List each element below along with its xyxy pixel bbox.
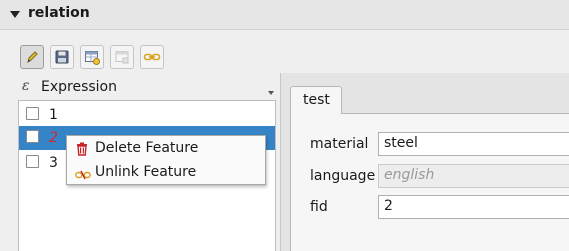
material-label: material bbox=[310, 136, 369, 152]
add-feature-icon bbox=[85, 51, 100, 65]
fid-label: fid bbox=[310, 199, 328, 215]
language-field: english bbox=[378, 164, 569, 188]
expression-icon: ε bbox=[22, 78, 30, 94]
item-checkbox[interactable] bbox=[26, 130, 39, 143]
delete-feature-button[interactable] bbox=[110, 45, 134, 69]
unlink-icon bbox=[75, 168, 91, 184]
expression-dropdown-arrow-icon[interactable] bbox=[268, 91, 274, 95]
tab-label: test bbox=[303, 92, 330, 108]
display-expression-label[interactable]: Expression bbox=[41, 79, 117, 95]
menu-item-label: Delete Feature bbox=[95, 140, 199, 156]
item-checkbox[interactable] bbox=[26, 107, 39, 120]
tab-test[interactable]: test bbox=[290, 86, 342, 114]
section-header[interactable]: relation bbox=[0, 0, 569, 30]
delete-feature-menu-item[interactable]: Delete Feature bbox=[67, 137, 265, 161]
material-field[interactable]: steel bbox=[378, 132, 569, 156]
fid-field[interactable]: 2 bbox=[378, 195, 569, 219]
item-label: 1 bbox=[49, 107, 58, 123]
delete-feature-icon bbox=[115, 51, 129, 64]
list-item[interactable]: 1 bbox=[19, 103, 275, 127]
add-feature-button[interactable] bbox=[80, 45, 104, 69]
trash-icon bbox=[75, 142, 89, 160]
collapse-arrow-icon[interactable] bbox=[10, 11, 20, 18]
save-edits-button[interactable] bbox=[50, 45, 74, 69]
context-menu: Delete Feature Unlink Feature bbox=[66, 135, 266, 185]
item-label: 2 bbox=[49, 130, 58, 146]
unlink-feature-menu-item[interactable]: Unlink Feature bbox=[67, 161, 265, 185]
pencil-icon bbox=[27, 51, 38, 64]
item-label: 3 bbox=[49, 155, 58, 171]
link-icon bbox=[143, 53, 161, 61]
language-label: language bbox=[310, 168, 376, 184]
section-title: relation bbox=[28, 5, 90, 21]
menu-item-label: Unlink Feature bbox=[95, 164, 197, 180]
save-icon bbox=[55, 50, 69, 64]
item-checkbox[interactable] bbox=[26, 155, 39, 168]
toggle-editing-button[interactable] bbox=[20, 45, 44, 69]
unlink-feature-button[interactable] bbox=[140, 45, 164, 69]
